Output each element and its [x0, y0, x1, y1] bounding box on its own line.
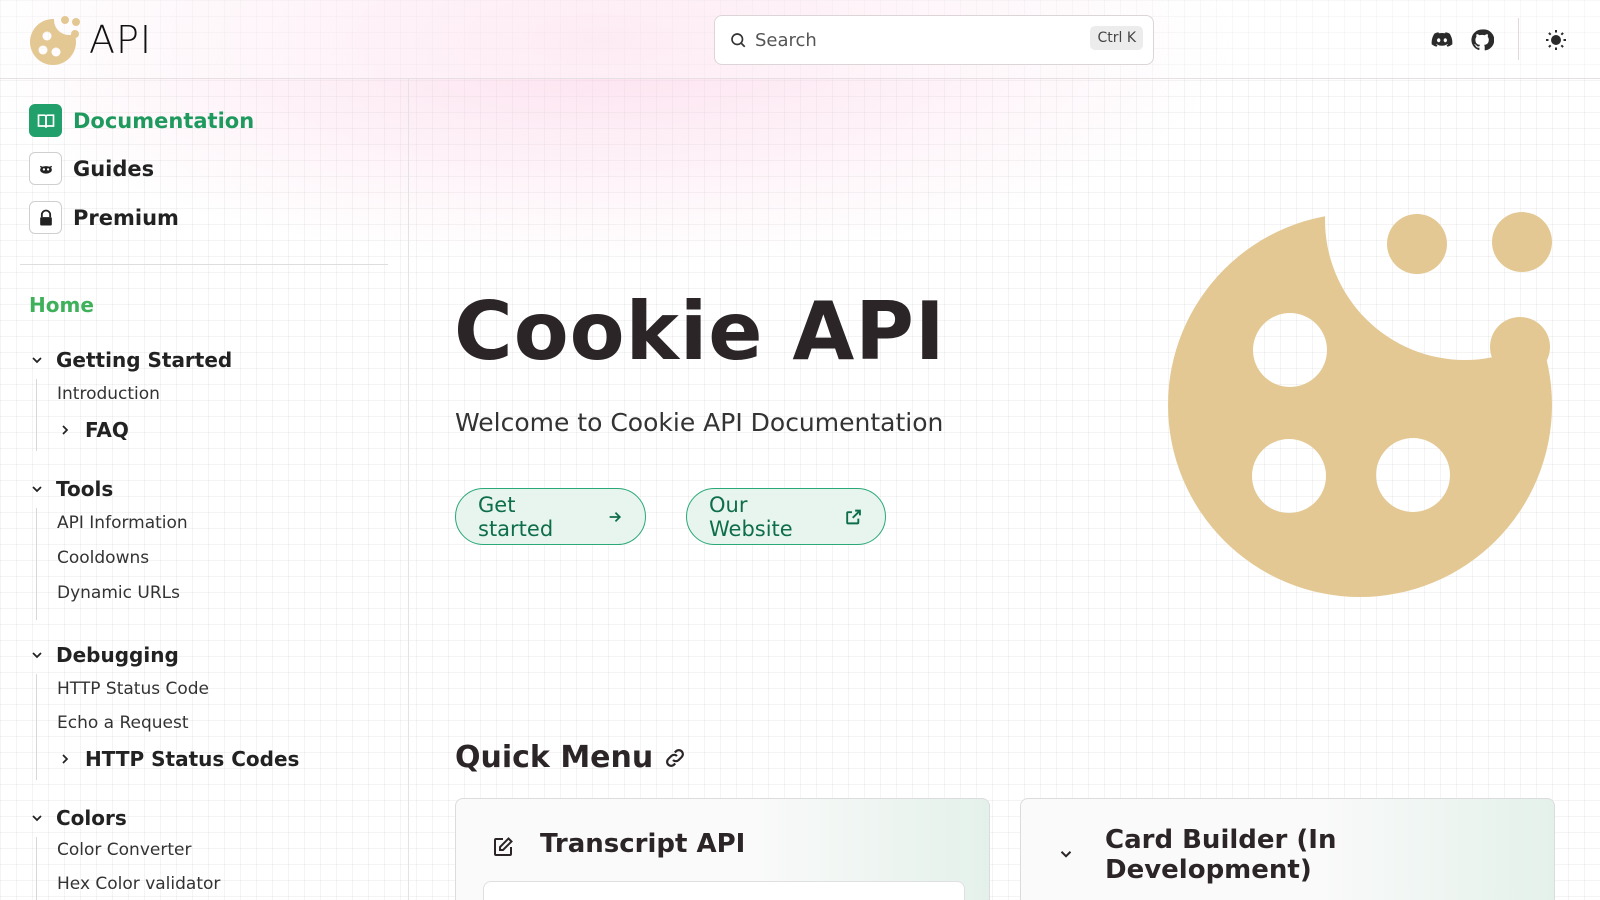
section-guide-line — [36, 379, 37, 451]
card-title: Card Builder (In Development) — [1105, 825, 1337, 885]
group-title: FAQ — [85, 418, 129, 442]
card-title: Transcript API — [540, 829, 746, 859]
link-icon[interactable] — [663, 746, 687, 770]
button-label: Get started — [478, 492, 554, 541]
chevron-down-icon — [32, 815, 42, 822]
get-started-button[interactable]: Get started — [455, 488, 646, 545]
section-guide-line — [36, 674, 37, 780]
sidebar: Documentation Guides Premium Home Gettin… — [0, 79, 409, 900]
section-title: Debugging — [56, 643, 179, 667]
search-placeholder: Search — [755, 29, 817, 51]
section-guide-line — [36, 837, 37, 900]
search-shortcut-badge: Ctrl K — [1090, 26, 1143, 50]
github-icon[interactable] — [1470, 28, 1494, 52]
our-website-button[interactable]: Our Website — [686, 488, 886, 545]
section-heading-text: Quick Menu — [455, 740, 654, 775]
button-label: Our Website — [709, 492, 793, 541]
sidebar-group-faq[interactable]: FAQ — [57, 418, 129, 442]
chevron-down-icon — [1060, 851, 1072, 858]
sidebar-item-home[interactable]: Home — [29, 293, 94, 317]
sidebar-link-premium[interactable]: Premium — [29, 201, 179, 234]
chevron-right-icon — [62, 425, 69, 435]
sidebar-link-guides[interactable]: Guides — [29, 152, 154, 185]
sidebar-divider — [20, 264, 388, 265]
arrow-right-icon — [609, 511, 621, 522]
top-navbar: API Search Ctrl K — [0, 0, 1600, 79]
header-divider — [1518, 18, 1519, 60]
sidebar-link-label: Documentation — [73, 108, 255, 133]
sidebar-link-label: Premium — [73, 205, 179, 230]
section-title: Getting Started — [56, 348, 233, 372]
sidebar-item-hex-color-validator[interactable]: Hex Color validator — [57, 874, 220, 894]
quick-menu-heading: Quick Menu — [455, 740, 687, 775]
sidebar-item-cooldowns[interactable]: Cooldowns — [57, 548, 149, 568]
sidebar-item-introduction[interactable]: Introduction — [57, 384, 160, 404]
group-title: HTTP Status Codes — [85, 747, 300, 771]
search-box[interactable]: Search Ctrl K — [714, 15, 1154, 65]
site-logo[interactable]: API — [29, 14, 152, 66]
chevron-right-icon — [62, 754, 69, 764]
sidebar-item-api-information[interactable]: API Information — [57, 513, 188, 533]
section-guide-line — [36, 508, 37, 620]
chevron-down-icon — [32, 652, 42, 659]
sidebar-item-dynamic-urls[interactable]: Dynamic URLs — [57, 583, 180, 603]
chevron-down-icon — [32, 486, 42, 493]
section-title: Tools — [56, 477, 114, 501]
book-icon — [29, 104, 62, 137]
quick-menu-card-card-builder[interactable]: Card Builder (In Development) — [1020, 798, 1555, 900]
edit-icon — [494, 837, 513, 856]
theme-toggle-icon[interactable] — [1544, 28, 1568, 52]
search-icon — [731, 33, 746, 48]
sidebar-item-color-converter[interactable]: Color Converter — [57, 840, 191, 860]
sidebar-section-colors[interactable]: Colors — [29, 806, 127, 830]
lock-icon — [29, 201, 62, 234]
page-tagline: Welcome to Cookie API Documentation — [455, 408, 944, 437]
page-title: Cookie API — [454, 285, 946, 378]
sidebar-group-http-status-codes[interactable]: HTTP Status Codes — [57, 747, 299, 771]
chevron-down-icon — [32, 357, 42, 364]
sidebar-link-documentation[interactable]: Documentation — [29, 104, 254, 137]
guide-icon — [29, 152, 62, 185]
sidebar-item-echo-request[interactable]: Echo a Request — [57, 713, 189, 733]
sidebar-section-debugging[interactable]: Debugging — [29, 643, 179, 667]
card-inner-panel — [483, 881, 965, 900]
cookie-logo-icon — [30, 16, 80, 65]
external-link-icon — [846, 509, 861, 524]
cookie-illustration — [1168, 212, 1552, 597]
sidebar-link-label: Guides — [73, 156, 155, 181]
logo-text: API — [89, 18, 153, 62]
sidebar-section-tools[interactable]: Tools — [29, 477, 113, 501]
discord-icon[interactable] — [1430, 28, 1454, 52]
quick-menu-card-transcript[interactable]: Transcript API — [455, 798, 990, 900]
sidebar-item-http-status-code[interactable]: HTTP Status Code — [57, 679, 209, 699]
sidebar-section-getting-started[interactable]: Getting Started — [29, 348, 232, 372]
section-title: Colors — [56, 806, 127, 830]
